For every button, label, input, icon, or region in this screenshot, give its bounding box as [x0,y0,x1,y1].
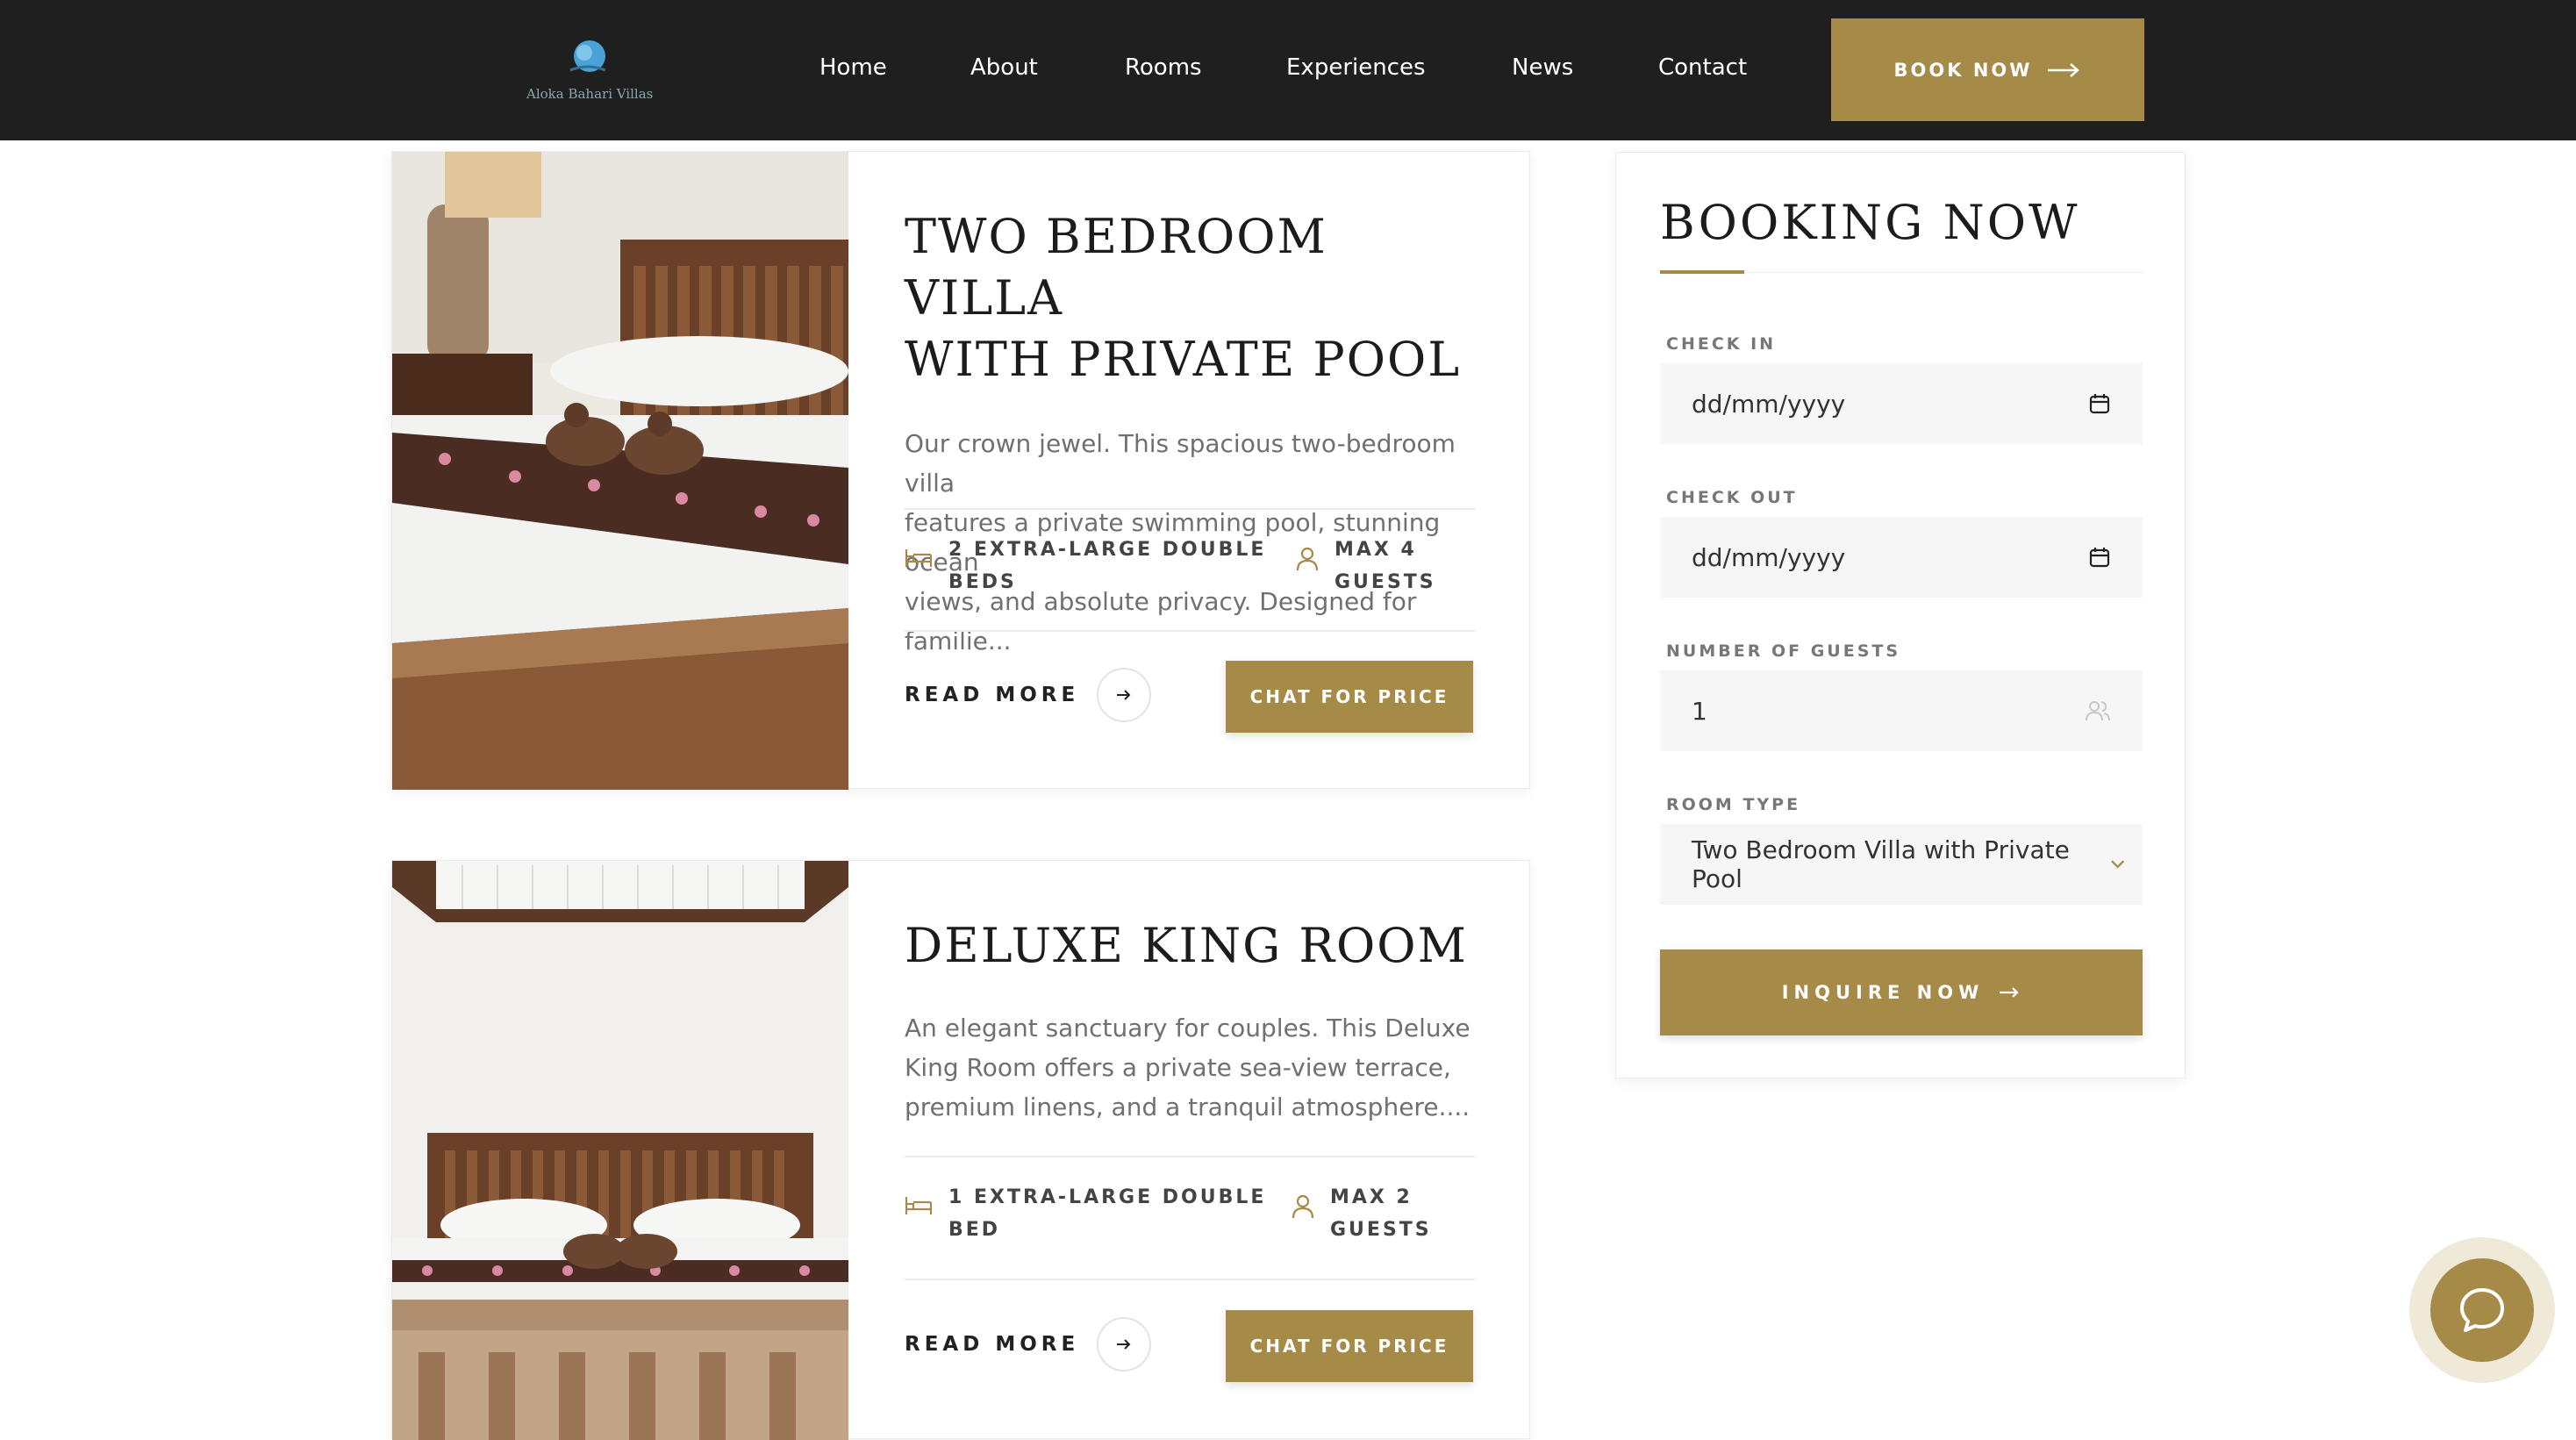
feature-line: GUESTS [1335,571,1436,593]
title-divider [1744,272,2143,273]
person-icon [1296,547,1319,571]
nav-rooms[interactable]: Rooms [1125,54,1202,81]
check-out-value: dd/mm/yyyy [1692,542,1846,572]
description-line: King Room offers a private sea-view terr… [905,1053,1451,1082]
booking-title: BOOKING NOW [1660,195,2080,250]
bed-icon [905,549,933,567]
feature-line: 2 EXTRA-LARGE DOUBLE [948,539,1267,561]
read-more-label: READ MORE [905,1333,1080,1356]
arrow-right-icon [2000,987,2019,998]
site-header: Aloka Bahari Villas Home About Rooms Exp… [0,0,2576,140]
bed-feature: 2 EXTRA-LARGE DOUBLE BEDS [905,534,1266,598]
room-card: DELUXE KING ROOM An elegant sanctuary fo… [391,860,1530,1440]
room-title-line: DELUXE KING ROOM [905,918,1468,973]
guest-feature-text: MAX 4 GUESTS [1335,534,1436,598]
calendar-icon[interactable] [2088,392,2111,415]
room-type-value: Two Bedroom Villa with Private Pool [1692,835,2070,893]
check-in-label: CHECK IN [1666,334,1777,354]
chat-for-price-button[interactable]: CHAT FOR PRICE [1226,661,1473,733]
chat-widget-inner [2430,1258,2534,1362]
bed-feature-text: 2 EXTRA-LARGE DOUBLE BEDS [948,534,1266,598]
person-icon [1292,1194,1314,1219]
guests-input[interactable]: 1 [1660,670,2143,751]
room-type-select[interactable]: Two Bedroom Villa with Private Pool [1660,824,2143,905]
room-type-label: ROOM TYPE [1666,795,1801,814]
nav-news[interactable]: News [1512,54,1573,81]
description-line: An elegant sanctuary for couples. This D… [905,1014,1470,1042]
guests-label: NUMBER OF GUESTS [1666,641,1901,661]
room-image-deluxe-king[interactable] [392,861,848,1440]
feature-line: BED [948,1219,1001,1241]
bed-icon [905,1197,933,1214]
arrow-right-icon [1097,668,1152,722]
inquire-now-label: INQUIRE NOW [1781,982,1985,1003]
nav-contact[interactable]: Contact [1658,54,1747,81]
description-line: Our crown jewel. This spacious two-bedro… [905,429,1456,498]
room-title-line: WITH PRIVATE POOL [905,332,1462,387]
arrow-right-icon [2048,62,2080,77]
bed-feature-text: 1 EXTRA-LARGE DOUBLE BED [948,1181,1266,1246]
book-now-button[interactable]: BOOK NOW [1831,18,2144,121]
read-more-link[interactable]: READ MORE [905,1317,1152,1372]
guest-feature: MAX 2 GUESTS [1292,1181,1432,1246]
chevron-down-icon [2110,860,2124,869]
feature-line: MAX 4 [1335,539,1417,561]
feature-line: GUESTS [1330,1219,1432,1241]
description-line: premium linens, and a tranquil atmospher… [905,1093,1470,1121]
title-accent-bar [1660,270,1744,274]
bed-feature: 1 EXTRA-LARGE DOUBLE BED [905,1181,1266,1246]
room-title-line: TWO BEDROOM VILLA [905,209,1327,326]
guest-feature: MAX 4 GUESTS [1296,534,1436,598]
divider [905,1279,1475,1280]
book-now-label: BOOK NOW [1893,59,2033,81]
inquire-now-button[interactable]: INQUIRE NOW [1660,949,2143,1035]
room-title[interactable]: TWO BEDROOM VILLA WITH PRIVATE POOL [905,206,1494,390]
users-icon [2086,701,2110,721]
feature-line: MAX 2 [1330,1186,1413,1208]
logo-mark-icon [565,35,611,81]
read-more-label: READ MORE [905,684,1080,706]
nav-experiences[interactable]: Experiences [1286,54,1426,81]
nav-about[interactable]: About [970,54,1038,81]
nav-home[interactable]: Home [819,54,887,81]
guests-value: 1 [1692,696,1707,726]
chat-for-price-button[interactable]: CHAT FOR PRICE [1226,1310,1473,1382]
room-image-bedroom-villa[interactable] [392,152,848,790]
feature-line: 1 EXTRA-LARGE DOUBLE [948,1186,1267,1208]
check-out-label: CHECK OUT [1666,488,1798,507]
divider [905,1156,1475,1157]
room-card: TWO BEDROOM VILLA WITH PRIVATE POOL Our … [391,151,1530,790]
calendar-icon[interactable] [2088,546,2111,569]
chat-widget-button[interactable] [2409,1237,2555,1383]
check-in-value: dd/mm/yyyy [1692,389,1846,419]
room-card-body: DELUXE KING ROOM An elegant sanctuary fo… [905,915,1494,1127]
check-in-field[interactable]: dd/mm/yyyy [1660,363,2143,444]
chat-bubble-icon [2460,1288,2504,1332]
read-more-link[interactable]: READ MORE [905,668,1152,722]
divider [905,508,1475,510]
booking-panel: BOOKING NOW CHECK IN dd/mm/yyyy CHECK OU… [1615,152,2186,1078]
site-logo[interactable]: Aloka Bahari Villas [526,28,654,116]
divider [905,630,1475,632]
logo-text: Aloka Bahari Villas [526,86,654,102]
guest-feature-text: MAX 2 GUESTS [1330,1181,1432,1246]
check-out-field[interactable]: dd/mm/yyyy [1660,517,2143,598]
feature-line: BEDS [948,571,1017,593]
arrow-right-icon [1097,1317,1152,1372]
room-title[interactable]: DELUXE KING ROOM [905,915,1494,977]
room-description: An elegant sanctuary for couples. This D… [905,1008,1494,1127]
